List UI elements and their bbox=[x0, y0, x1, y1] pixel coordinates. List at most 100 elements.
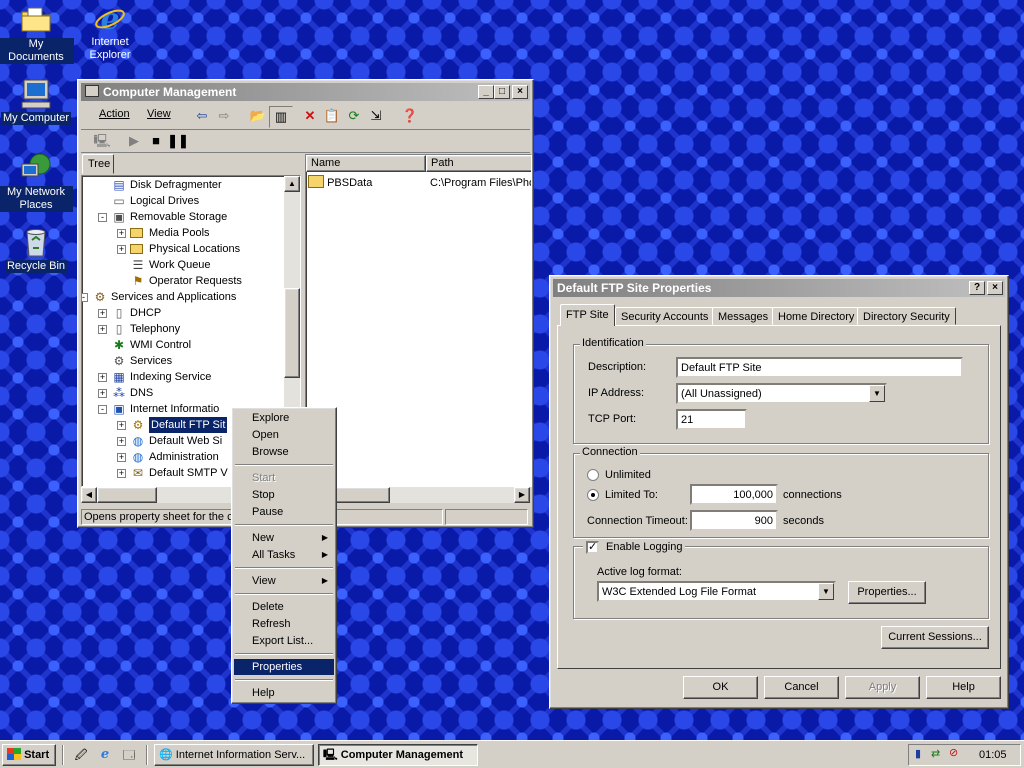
expand-icon[interactable]: + bbox=[98, 309, 107, 318]
menu-item-new[interactable]: New ▶ bbox=[234, 530, 334, 546]
list-item[interactable]: PBSData C:\Program Files\Pho bbox=[308, 175, 531, 191]
computer-connect-icon[interactable]: 🖳 bbox=[91, 131, 113, 151]
expand-icon[interactable]: + bbox=[98, 373, 107, 382]
collapse-icon[interactable]: - bbox=[98, 213, 107, 222]
back-arrow-icon[interactable]: ⇦ bbox=[191, 106, 213, 126]
menu-item-help[interactable]: Help bbox=[234, 685, 334, 701]
tab-ftp-site[interactable]: FTP Site bbox=[560, 304, 615, 326]
show-tree-icon[interactable]: ▥ bbox=[269, 106, 293, 128]
start-button[interactable]: Start bbox=[2, 744, 56, 766]
expand-icon[interactable]: + bbox=[98, 389, 107, 398]
expand-icon[interactable]: + bbox=[98, 325, 107, 334]
close-button[interactable]: × bbox=[987, 281, 1003, 295]
chevron-down-icon[interactable]: ▼ bbox=[869, 385, 885, 402]
desktop-icon-recycle-bin[interactable]: Recycle Bin bbox=[0, 226, 74, 273]
refresh-icon[interactable]: ⟳ bbox=[343, 106, 365, 126]
network-tray-icon[interactable]: ⇄ bbox=[931, 747, 940, 760]
tab-messages[interactable]: Messages bbox=[712, 307, 775, 325]
scroll-up-button[interactable]: ▲ bbox=[284, 176, 300, 192]
tab-directory-security[interactable]: Directory Security bbox=[857, 307, 956, 325]
tab-security-accounts[interactable]: Security Accounts bbox=[615, 307, 715, 325]
forward-arrow-icon[interactable]: ⇨ bbox=[213, 106, 235, 126]
current-sessions-button[interactable]: Current Sessions... bbox=[881, 626, 989, 649]
usb-icon[interactable]: ▮ bbox=[915, 747, 921, 760]
tree-item[interactable]: + ⁂ DNS bbox=[82, 385, 282, 401]
window-titlebar[interactable]: Computer Management _ □ × bbox=[81, 83, 530, 101]
stop-icon[interactable]: ■ bbox=[145, 131, 167, 151]
menu-item-refresh[interactable]: Refresh bbox=[234, 616, 334, 632]
tree-item[interactable]: ▤ Disk Defragmenter bbox=[82, 177, 282, 193]
internet-explorer-icon[interactable]: e bbox=[94, 745, 116, 765]
tree-item[interactable]: ⚙ Services bbox=[82, 353, 282, 369]
expand-icon[interactable]: + bbox=[117, 453, 126, 462]
minimize-button[interactable]: _ bbox=[478, 85, 494, 99]
expand-icon[interactable]: + bbox=[117, 229, 126, 238]
unlimited-radio[interactable] bbox=[587, 469, 599, 481]
collapse-icon[interactable]: - bbox=[98, 405, 107, 414]
help-icon[interactable]: ❓ bbox=[399, 106, 421, 126]
tree-item[interactable]: ⚑ Operator Requests bbox=[82, 273, 282, 289]
tree-item[interactable]: + Physical Locations bbox=[82, 241, 282, 257]
menu-item-browse[interactable]: Browse bbox=[234, 444, 334, 460]
delete-icon[interactable]: ✕ bbox=[299, 106, 321, 126]
scroll-thumb[interactable] bbox=[284, 288, 300, 378]
ip-address-select[interactable]: (All Unassigned) ▼ bbox=[676, 383, 887, 404]
scroll-right-button[interactable]: ▶ bbox=[514, 487, 530, 503]
tab-home-directory[interactable]: Home Directory bbox=[772, 307, 861, 325]
help-button[interactable]: Help bbox=[926, 676, 1001, 699]
column-header-name[interactable]: Name bbox=[306, 155, 426, 172]
maximize-button[interactable]: □ bbox=[494, 85, 510, 99]
tree-item[interactable]: - ⚙ Services and Applications bbox=[82, 289, 282, 305]
desktop-icon-my-computer[interactable]: My Computer bbox=[0, 78, 74, 125]
properties-icon[interactable]: 📋 bbox=[321, 106, 343, 126]
desktop-icon-network-places[interactable]: My Network Places bbox=[0, 152, 74, 212]
desktop-icon-my-documents[interactable]: My Documents bbox=[0, 4, 74, 64]
menu-item-stop[interactable]: Stop bbox=[234, 487, 334, 503]
collapse-icon[interactable]: - bbox=[82, 293, 88, 302]
chevron-down-icon[interactable]: ▼ bbox=[818, 583, 834, 600]
play-icon[interactable]: ▶ bbox=[123, 131, 145, 151]
export-list-icon[interactable]: ⇲ bbox=[365, 106, 387, 126]
connection-timeout-field[interactable]: 900 bbox=[690, 510, 778, 531]
connection-limit-field[interactable]: 100,000 bbox=[690, 484, 778, 505]
menu-item-open[interactable]: Open bbox=[234, 427, 334, 443]
tree-item[interactable]: ▭ Logical Drives bbox=[82, 193, 282, 209]
ok-button[interactable]: OK bbox=[683, 676, 758, 699]
expand-icon[interactable]: + bbox=[117, 469, 126, 478]
task-iis[interactable]: 🌐 Internet Information Serv... bbox=[154, 744, 314, 766]
log-format-select[interactable]: W3C Extended Log File Format ▼ bbox=[597, 581, 836, 602]
scroll-left-button[interactable]: ◀ bbox=[81, 487, 97, 503]
column-header-path[interactable]: Path bbox=[426, 155, 531, 172]
menu-item-all-tasks[interactable]: All Tasks ▶ bbox=[234, 547, 334, 563]
menu-item-pause[interactable]: Pause bbox=[234, 504, 334, 520]
menu-item-properties[interactable]: Properties bbox=[234, 659, 334, 675]
tree-item[interactable]: ☰ Work Queue bbox=[82, 257, 282, 273]
tree-item[interactable]: ✱ WMI Control bbox=[82, 337, 282, 353]
menu-item-view[interactable]: View ▶ bbox=[234, 573, 334, 589]
description-field[interactable]: Default FTP Site bbox=[676, 357, 963, 378]
up-folder-icon[interactable]: 📂 bbox=[247, 106, 269, 126]
cancel-button[interactable]: Cancel bbox=[764, 676, 839, 699]
tree-item[interactable]: + ▯ DHCP bbox=[82, 305, 282, 321]
tree-item[interactable]: + ▦ Indexing Service bbox=[82, 369, 282, 385]
dialog-titlebar[interactable]: Default FTP Site Properties ? × bbox=[553, 279, 1005, 297]
show-desktop-icon[interactable]: 🖉 bbox=[70, 745, 92, 765]
tree-item[interactable]: - ▣ Removable Storage bbox=[82, 209, 282, 225]
help-button[interactable]: ? bbox=[969, 281, 985, 295]
log-properties-button[interactable]: Properties... bbox=[848, 581, 926, 604]
menu-item-delete[interactable]: Delete bbox=[234, 599, 334, 615]
scroll-hthumb[interactable] bbox=[97, 487, 157, 503]
task-computer-management[interactable]: 🖳 Computer Management bbox=[318, 744, 478, 766]
desktop-icon-internet-explorer[interactable]: e Internet Explorer bbox=[72, 2, 148, 62]
enable-logging-checkbox[interactable]: ✓ bbox=[586, 541, 599, 554]
disconnected-icon[interactable]: ⊘ bbox=[949, 746, 958, 759]
expand-icon[interactable]: + bbox=[117, 245, 126, 254]
close-button[interactable]: × bbox=[512, 85, 528, 99]
tree-item[interactable]: + Media Pools bbox=[82, 225, 282, 241]
list-horizontal-scrollbar[interactable]: ▶ bbox=[305, 487, 530, 503]
menu-action[interactable]: Action bbox=[99, 108, 130, 120]
menu-view[interactable]: View bbox=[147, 108, 171, 120]
menu-item-export-list[interactable]: Export List... bbox=[234, 633, 334, 649]
tcp-port-field[interactable]: 21 bbox=[676, 409, 747, 430]
limited-to-radio[interactable] bbox=[587, 489, 599, 501]
